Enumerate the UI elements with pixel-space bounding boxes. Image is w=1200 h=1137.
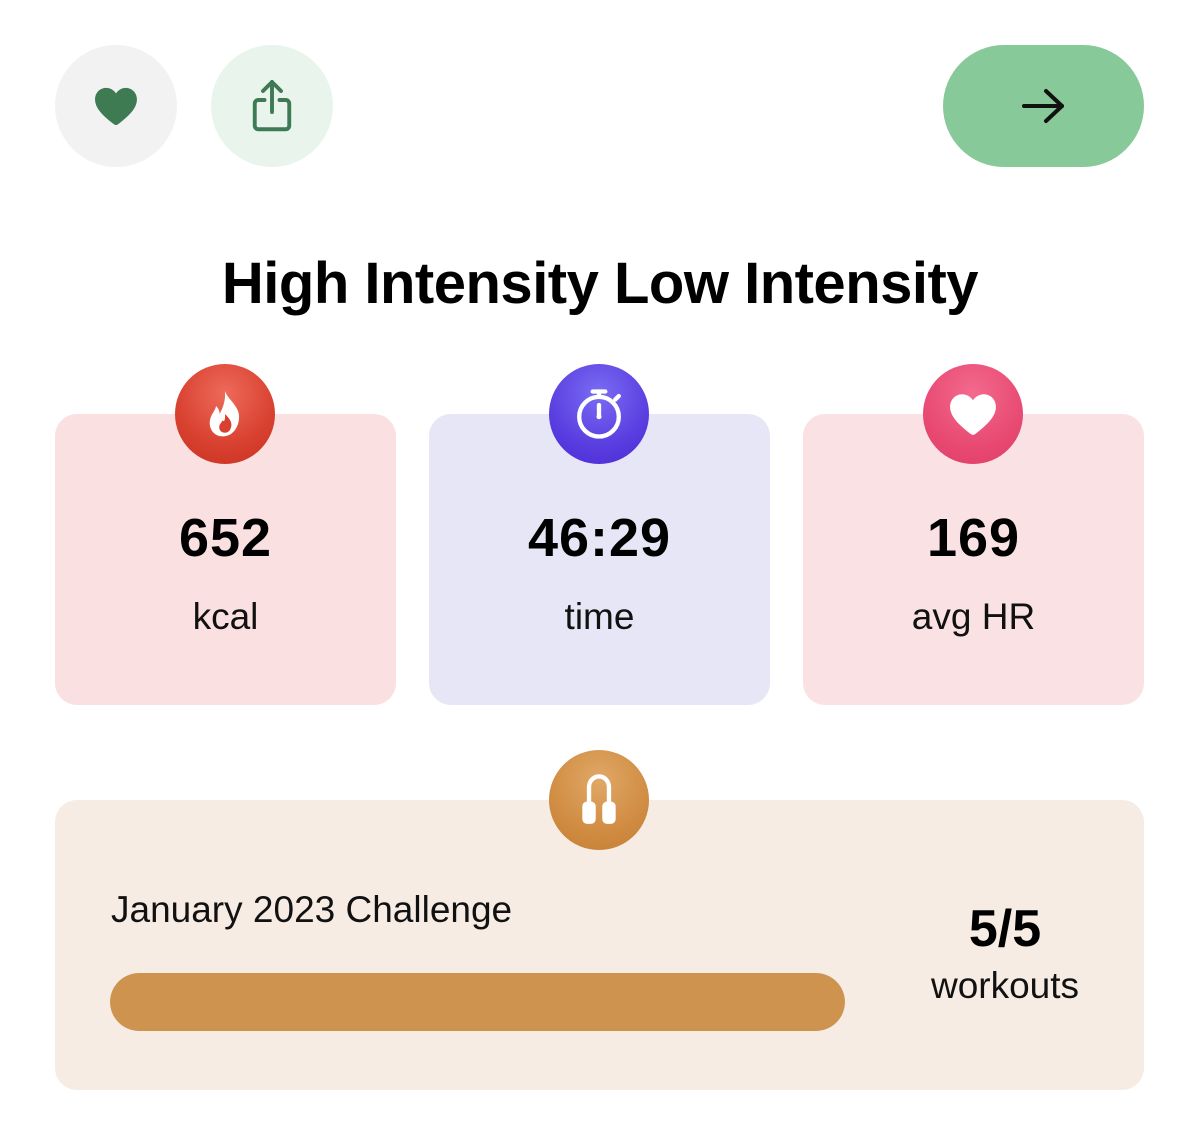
share-icon bbox=[252, 80, 292, 132]
challenge-badge bbox=[549, 750, 649, 850]
flame-icon bbox=[209, 390, 240, 437]
challenge-count-label: workouts bbox=[930, 965, 1080, 1006]
challenge-progress-bar bbox=[110, 973, 845, 1031]
favorite-button[interactable] bbox=[55, 45, 177, 167]
stat-card-time: 46:29 time bbox=[429, 364, 770, 705]
challenge-count-value: 5/5 bbox=[968, 900, 1042, 958]
heart-icon bbox=[950, 394, 996, 435]
stat-card-kcal: 652 kcal bbox=[55, 364, 396, 705]
kcal-value: 652 bbox=[178, 508, 273, 568]
kcal-badge bbox=[175, 364, 275, 464]
challenge-count: 5/5 workouts bbox=[905, 896, 1105, 1010]
challenge-card[interactable]: January 2023 Challenge 5/5 workouts bbox=[55, 750, 1144, 1090]
arrow-right-icon bbox=[1021, 89, 1064, 123]
time-label: time bbox=[564, 596, 635, 637]
jump-rope-icon bbox=[582, 774, 616, 824]
challenge-progress-fill bbox=[110, 973, 845, 1031]
heart-icon bbox=[95, 87, 137, 126]
time-value: 46:29 bbox=[527, 508, 672, 568]
workout-summary-screen: High Intensity Low Intensity 652 kcal 46… bbox=[0, 0, 1200, 1137]
heart-rate-badge bbox=[923, 364, 1023, 464]
kcal-label: kcal bbox=[192, 596, 259, 637]
stopwatch-icon bbox=[577, 389, 621, 439]
stat-card-heart-rate: 169 avg HR bbox=[803, 364, 1144, 705]
heart-rate-label: avg HR bbox=[911, 596, 1036, 637]
next-button[interactable] bbox=[943, 45, 1144, 167]
workout-title: High Intensity Low Intensity bbox=[221, 251, 979, 316]
heart-rate-value: 169 bbox=[926, 508, 1021, 568]
share-button[interactable] bbox=[211, 45, 333, 167]
challenge-title: January 2023 Challenge bbox=[111, 889, 513, 930]
time-badge bbox=[549, 364, 649, 464]
